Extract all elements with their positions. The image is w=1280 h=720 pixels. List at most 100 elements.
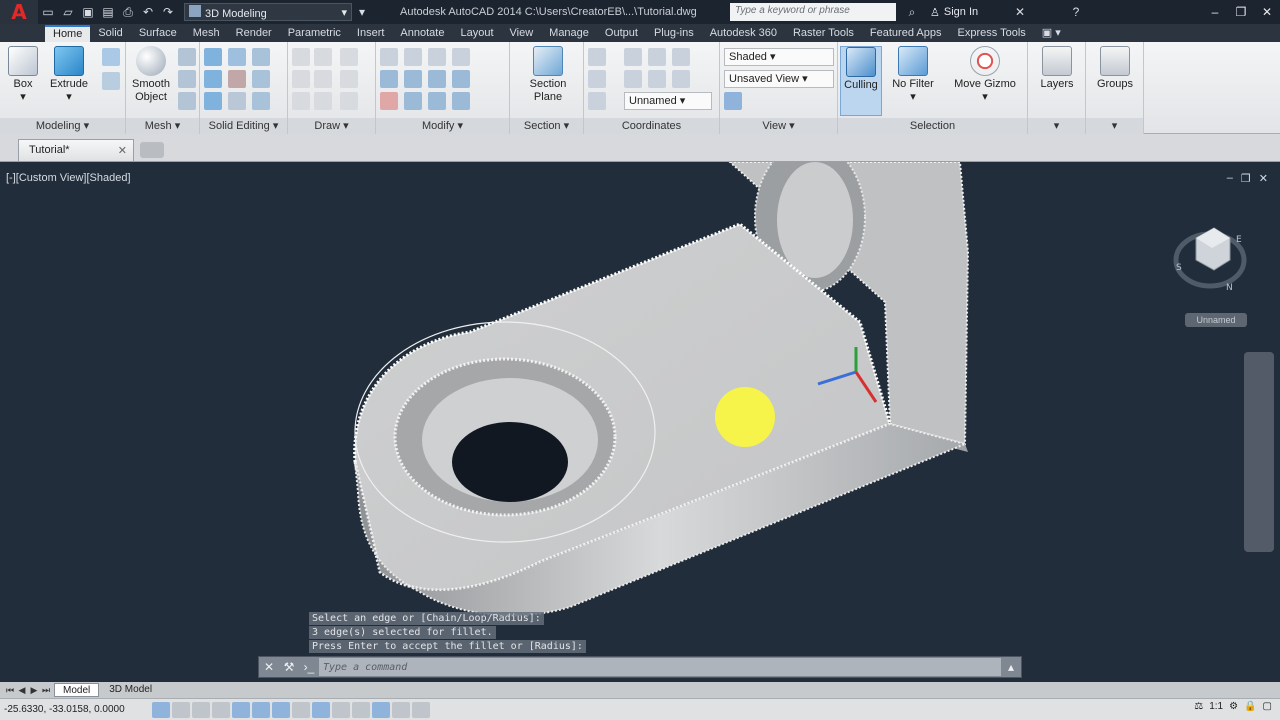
application-menu-button[interactable]: A <box>0 0 38 24</box>
undo-icon[interactable]: ↶ <box>138 2 158 22</box>
tab-view[interactable]: View <box>502 25 542 42</box>
open-file-icon[interactable]: ▱ <box>58 2 78 22</box>
new-tab-button[interactable] <box>140 142 164 158</box>
polar-tracking-icon[interactable] <box>232 701 250 718</box>
smooth-object-button[interactable]: Smooth Object <box>128 46 174 104</box>
close-button[interactable]: ✕ <box>1254 0 1280 24</box>
quick-access-menu-icon[interactable]: ▾ <box>352 2 372 22</box>
erase-icon[interactable] <box>380 92 398 110</box>
tab-express-tools[interactable]: Express Tools <box>949 25 1033 42</box>
presspull-icon[interactable] <box>102 72 120 90</box>
command-history-toggle-icon[interactable]: ▴ <box>1001 657 1021 677</box>
extrude-button[interactable]: Extrude ▾ <box>48 46 90 104</box>
named-view-dropdown[interactable]: Unsaved View ▾ <box>724 70 834 88</box>
trim-icon[interactable] <box>380 48 398 66</box>
infer-constraints-icon[interactable] <box>152 701 170 718</box>
layout-tab-model[interactable]: Model <box>54 683 100 697</box>
fillet-edge-icon[interactable] <box>252 70 270 88</box>
panel-title-solid-editing[interactable]: Solid Editing ▾ <box>200 118 287 134</box>
annotation-scale-value[interactable]: 1:1 <box>1209 701 1223 712</box>
circle-icon[interactable] <box>340 70 358 88</box>
tab-annotate[interactable]: Annotate <box>392 25 452 42</box>
ucs-3point-icon[interactable] <box>624 70 642 88</box>
section-plane-button[interactable]: Section Plane <box>524 46 572 104</box>
minimize-button[interactable]: – <box>1202 0 1228 24</box>
offset-icon[interactable] <box>428 92 446 110</box>
tab-raster-tools[interactable]: Raster Tools <box>785 25 862 42</box>
3d-object-snap-icon[interactable] <box>272 701 290 718</box>
panel-title-modeling[interactable]: Modeling ▾ <box>0 118 125 134</box>
polyline-icon[interactable] <box>314 48 332 66</box>
ucs-icon[interactable] <box>588 48 606 66</box>
no-filter-button[interactable]: No Filter ▾ <box>888 46 938 104</box>
dynamic-input-icon[interactable] <box>332 701 350 718</box>
3d-model-canvas[interactable] <box>0 162 1280 682</box>
rotate-3d-icon[interactable] <box>404 70 422 88</box>
ucs-z-axis-icon[interactable] <box>672 48 690 66</box>
polygon-icon[interactable] <box>292 92 310 110</box>
ribbon-options-icon[interactable]: ▣ ▾ <box>1034 25 1069 42</box>
last-layout-icon[interactable]: ⏭ <box>40 685 52 696</box>
first-layout-icon[interactable]: ⏮ <box>4 685 16 696</box>
grid-display-icon[interactable] <box>192 701 210 718</box>
visual-style-dropdown[interactable]: Shaded ▾ <box>724 48 834 66</box>
snap-mode-icon[interactable] <box>172 701 190 718</box>
panel-title-draw[interactable]: Draw ▾ <box>288 118 375 134</box>
command-input[interactable]: Type a command <box>319 658 1001 676</box>
spline-icon[interactable] <box>292 70 310 88</box>
mesh-refine-icon[interactable] <box>178 92 196 110</box>
clean-screen-icon[interactable]: ▢ <box>1263 701 1272 712</box>
save-as-icon[interactable]: ▤ <box>98 2 118 22</box>
panel-title-modify[interactable]: Modify ▾ <box>376 118 509 134</box>
light-glyph[interactable] <box>715 387 775 447</box>
close-command-line-icon[interactable]: ✕ <box>259 657 279 677</box>
next-layout-icon[interactable]: ▶ <box>28 685 40 696</box>
mesh-smooth-more-icon[interactable] <box>178 48 196 66</box>
customize-wrench-icon[interactable]: ⚒ <box>279 657 299 677</box>
subtract-icon[interactable] <box>204 70 222 88</box>
scale-icon[interactable] <box>452 70 470 88</box>
slice-icon[interactable] <box>228 70 246 88</box>
panel-title-mesh[interactable]: Mesh ▾ <box>126 118 199 134</box>
shell-icon[interactable] <box>252 92 270 110</box>
union-icon[interactable] <box>204 48 222 66</box>
binoculars-icon[interactable]: ⌕ <box>902 2 922 22</box>
dynamic-ucs-icon[interactable] <box>312 701 330 718</box>
panel-title-section[interactable]: Section ▾ <box>510 118 583 134</box>
box-button[interactable]: Box ▾ <box>2 46 44 104</box>
wcs-menu[interactable]: Unnamed <box>1185 313 1247 327</box>
workspace-dropdown[interactable]: 3D Modeling ▾ <box>184 3 352 21</box>
tab-autodesk-360[interactable]: Autodesk 360 <box>702 25 785 42</box>
tab-home[interactable]: Home <box>45 25 91 42</box>
tab-featured-apps[interactable]: Featured Apps <box>862 25 950 42</box>
ucs-view-icon[interactable] <box>588 92 606 110</box>
layers-button[interactable]: Layers <box>1036 46 1078 91</box>
tab-output[interactable]: Output <box>597 25 646 42</box>
exchange-icon[interactable]: ✕ <box>1010 2 1030 22</box>
file-tab-tutorial[interactable]: Tutorial* ✕ <box>18 139 134 161</box>
drawing-viewport[interactable]: [-][Custom View][Shaded] – ❐ ✕ E N S Unn… <box>0 162 1280 682</box>
array-icon[interactable] <box>404 92 422 110</box>
workspace-switch-icon[interactable]: ⚙ <box>1229 701 1238 712</box>
search-input[interactable]: Type a keyword or phrase <box>730 3 896 21</box>
tab-surface[interactable]: Surface <box>131 25 185 42</box>
redo-icon[interactable]: ↷ <box>158 2 178 22</box>
construction-line-icon[interactable] <box>314 70 332 88</box>
ucs-face-icon[interactable] <box>588 70 606 88</box>
rectangle-icon[interactable] <box>314 92 332 110</box>
line-icon[interactable] <box>292 48 310 66</box>
recent-commands-icon[interactable]: ›_ <box>299 657 319 677</box>
ucs-name-dropdown[interactable]: Unnamed ▾ <box>624 92 712 110</box>
viewcube[interactable]: E N S <box>1170 212 1250 302</box>
object-snap-tracking-icon[interactable] <box>292 701 310 718</box>
tab-solid[interactable]: Solid <box>90 25 130 42</box>
object-snap-icon[interactable] <box>252 701 270 718</box>
polysolid-icon[interactable] <box>102 48 120 66</box>
navigation-bar[interactable] <box>1244 352 1274 552</box>
new-file-icon[interactable]: ▭ <box>38 2 58 22</box>
print-icon[interactable]: ⎙ <box>118 2 138 22</box>
panel-title-groups[interactable]: ▾ <box>1086 118 1143 134</box>
tab-plug-ins[interactable]: Plug-ins <box>646 25 702 42</box>
ucs-y-icon[interactable] <box>672 70 690 88</box>
tab-manage[interactable]: Manage <box>541 25 597 42</box>
